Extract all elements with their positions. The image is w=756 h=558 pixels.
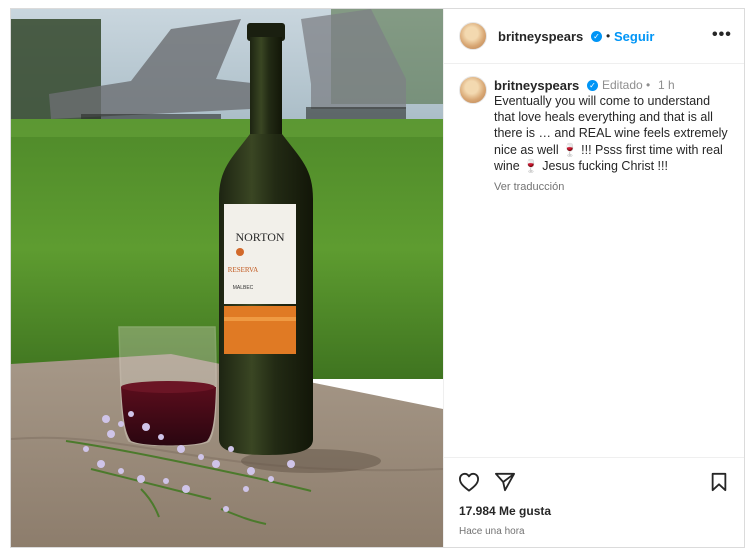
caption-username-link[interactable]: britneyspears [494, 78, 579, 93]
see-translation-link[interactable]: Ver traducción [494, 181, 564, 193]
username-link[interactable]: britneyspears [498, 29, 583, 44]
likes-count[interactable]: 17.984 Me gusta [459, 504, 551, 518]
follow-button[interactable]: Seguir [614, 29, 654, 44]
caption-avatar[interactable] [459, 76, 487, 104]
avatar[interactable] [459, 22, 487, 50]
post-modal: NORTON RESERVA MALBEC britneyspears ✓ • … [10, 8, 745, 548]
post-actions: 17.984 Me gusta Hace una hora [444, 457, 744, 547]
send-icon[interactable] [494, 472, 516, 497]
bottle-line-text: RESERVA [228, 266, 258, 274]
posted-time: Hace una hora [459, 526, 525, 537]
heart-icon[interactable] [458, 472, 480, 497]
post-caption: Eventually you will come to understand t… [494, 94, 728, 173]
bottle-brand-text: NORTON [235, 230, 284, 244]
bottle-variety-text: MALBEC [233, 285, 254, 291]
edited-label: Editado [602, 78, 643, 92]
bookmark-icon[interactable] [710, 472, 728, 497]
post-details-panel: britneyspears ✓ • Seguir ••• britneyspea… [443, 9, 744, 547]
post-photo[interactable]: NORTON RESERVA MALBEC [11, 9, 443, 547]
separator-dot: • [606, 29, 611, 43]
wine-photo-illustration: NORTON RESERVA MALBEC [11, 9, 443, 547]
separator-dot: • [646, 78, 651, 92]
caption-verified-badge-icon: ✓ [587, 80, 598, 91]
post-age: 1 h [658, 78, 675, 92]
more-options-icon[interactable]: ••• [712, 26, 732, 44]
verified-badge-icon: ✓ [591, 31, 602, 42]
post-header: britneyspears ✓ • Seguir ••• [444, 9, 744, 64]
